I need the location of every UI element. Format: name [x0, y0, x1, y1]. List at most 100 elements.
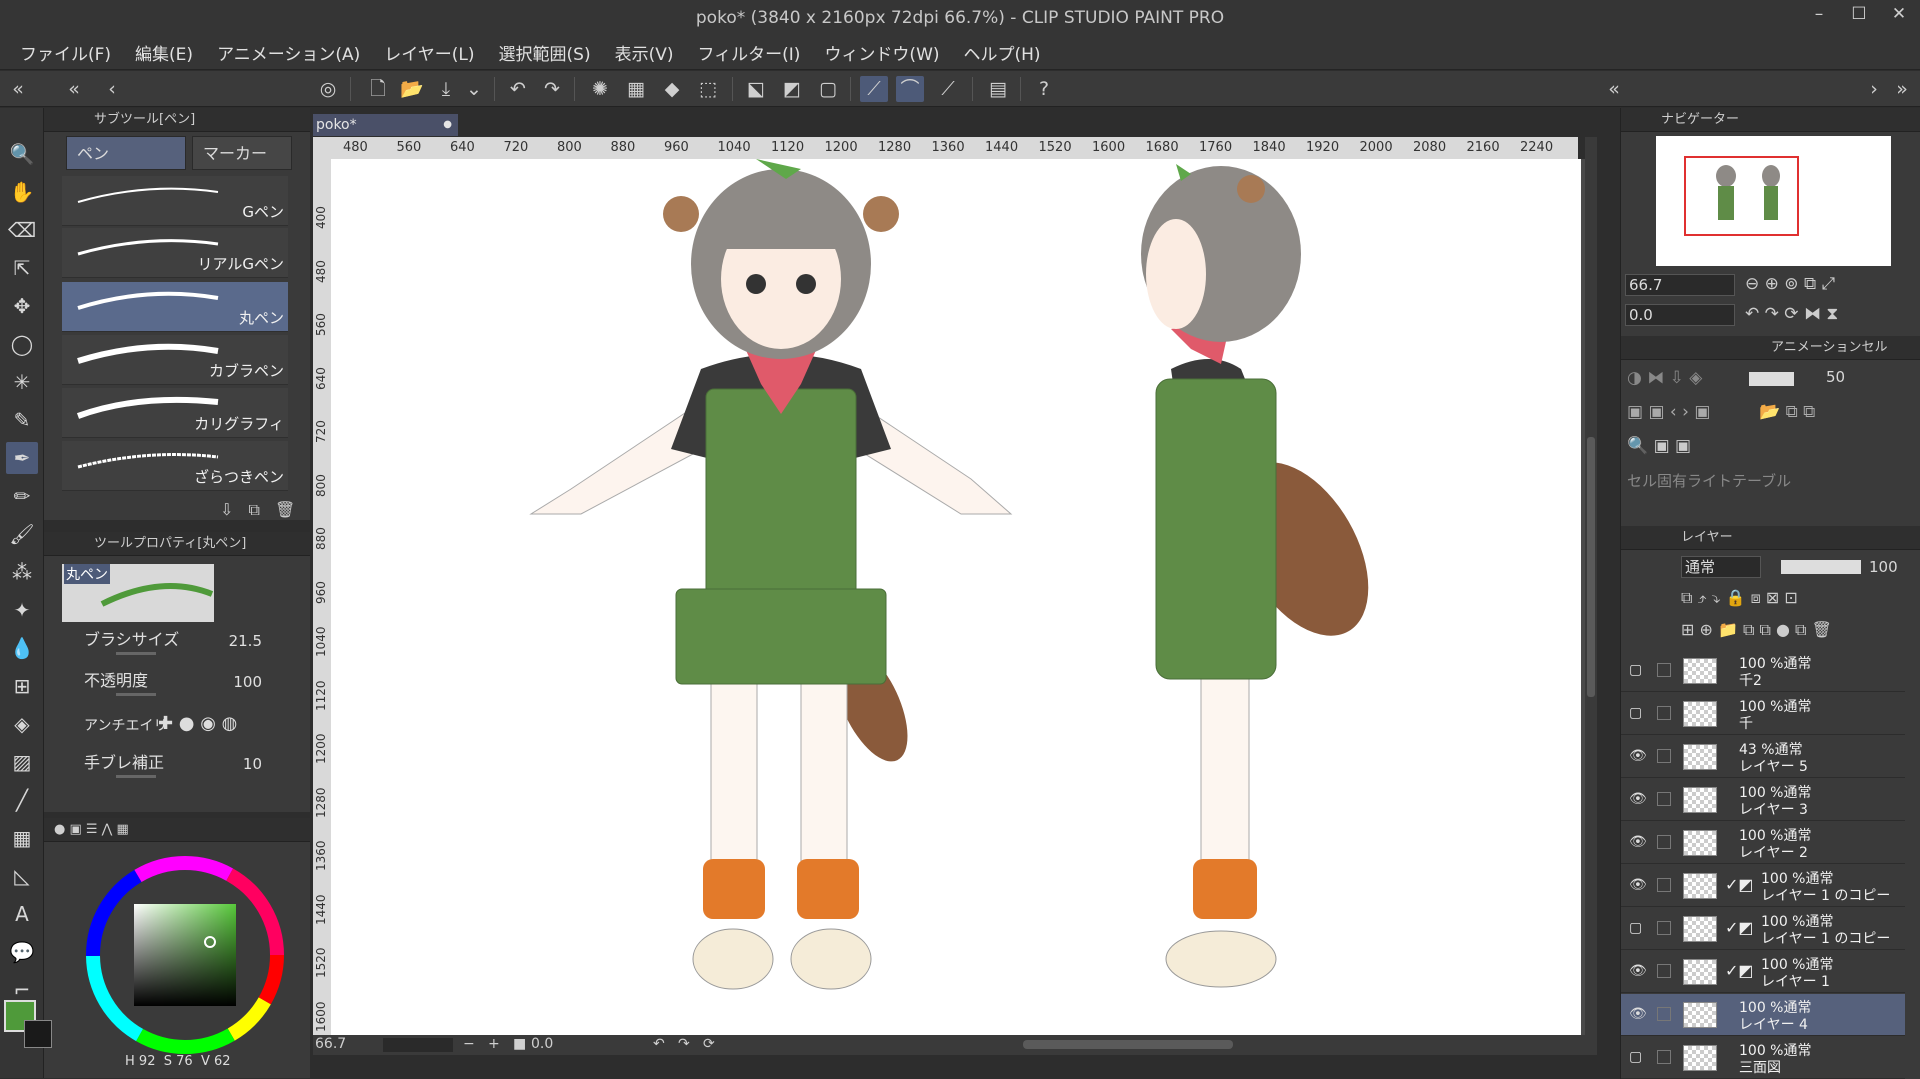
layer-row[interactable]: ▢ 100 %通常千	[1621, 693, 1905, 735]
brush-calligraphy[interactable]: カリグラフィ	[62, 388, 288, 438]
color-wheel-svg[interactable]	[80, 850, 290, 1060]
minimize-icon[interactable]: –	[1804, 4, 1834, 24]
status-rotation[interactable]: 0.0	[531, 1036, 553, 1052]
zoom-in-icon[interactable]: +	[488, 1036, 500, 1052]
snap-grid-icon[interactable]: ⟋	[934, 76, 962, 102]
airbrush-tool-icon[interactable]: ⁂	[6, 556, 38, 588]
balloon-tool-icon[interactable]: 💬	[6, 936, 38, 968]
operation-tool-icon[interactable]: ⇱	[6, 252, 38, 284]
text-tool-icon[interactable]: A	[6, 898, 38, 930]
brush-real-g-pen[interactable]: リアルGペン	[62, 228, 288, 278]
line-tool-icon[interactable]: ╱	[6, 784, 38, 816]
layer-lock-box[interactable]	[1657, 663, 1671, 677]
zoom-out-icon[interactable]: −	[463, 1036, 475, 1052]
brush-maru-pen[interactable]: 丸ペン	[62, 282, 288, 332]
eye-hidden-icon[interactable]: ▢	[1629, 705, 1645, 721]
load-icon[interactable]: ⇩	[220, 500, 233, 519]
blend-mode-select[interactable]: 通常	[1681, 556, 1761, 578]
selection-frame-icon[interactable]: ▢	[814, 76, 842, 102]
layer-row[interactable]: ▢ 100 %通常 千2	[1621, 650, 1905, 692]
clip-studio-icon[interactable]: ◎	[314, 76, 342, 102]
eye-hidden-icon[interactable]: ▢	[1629, 920, 1645, 936]
pen-edit-icon[interactable]	[1657, 1007, 1671, 1021]
menu-edit[interactable]: 編集(E)	[123, 40, 205, 65]
layer-toolbar-1[interactable]: ⧉ ⤴ ⤵ 🔒 ⧈ ⊠ ⊡	[1681, 588, 1798, 608]
eye-icon[interactable]: 👁	[1629, 963, 1647, 979]
eye-hidden-icon[interactable]: ▢	[1629, 662, 1645, 678]
busy-icon[interactable]: ✺	[586, 76, 614, 102]
transform-icon[interactable]: ⬚	[694, 76, 722, 102]
maximize-icon[interactable]: ☐	[1844, 4, 1874, 24]
chevron-left-icon[interactable]: ‹	[98, 76, 126, 102]
menu-layer[interactable]: レイヤー(L)	[372, 40, 486, 65]
chevron-down-icon[interactable]: ⌄	[460, 76, 488, 102]
save-icon[interactable]: ⤓	[432, 76, 460, 102]
invert-selection-icon[interactable]: ◩	[778, 76, 806, 102]
menu-window[interactable]: ウィンドウ(W)	[812, 40, 951, 65]
layer-row[interactable]: 👁 100 %通常 レイヤー 2	[1621, 822, 1905, 864]
menu-view[interactable]: 表示(V)	[603, 40, 686, 65]
menu-animation[interactable]: アニメーション(A)	[205, 40, 372, 65]
frame-tool-icon[interactable]: ▦	[6, 822, 38, 854]
brush-rough-pen[interactable]: ざらつきペン	[62, 441, 288, 491]
menu-filter[interactable]: フィルター(I)	[685, 40, 812, 65]
antialias-options[interactable]: ✚ ● ◉ ◍	[158, 713, 237, 734]
gradient-tool-icon[interactable]: ▨	[6, 746, 38, 778]
zoom-tool-icon[interactable]: 🔍	[6, 138, 38, 170]
layer-lock-box[interactable]	[1657, 964, 1671, 978]
rotate-right-icon[interactable]: ↷	[678, 1036, 690, 1052]
layer-row[interactable]: ▢ ✓◩ 100 %通常 レイヤー 1 のコピー	[1621, 908, 1905, 950]
help-icon[interactable]: ?	[1030, 76, 1058, 102]
expand-right-icon[interactable]: »	[1888, 76, 1916, 102]
brush-size-value[interactable]: 21.5	[229, 632, 262, 650]
animation-cel-toolbar[interactable]: ◑ ⧓ ⇩ ◈	[1627, 368, 1702, 388]
opacity-value[interactable]: 100	[233, 673, 262, 691]
horizontal-scroll-thumb[interactable]	[1023, 1040, 1233, 1049]
navigator-rotate-controls[interactable]: ↶ ↷ ⟳ ⧓ ⧗	[1745, 304, 1838, 324]
snap-special-ruler-icon[interactable]: ⌒	[896, 76, 924, 102]
fit-icon[interactable]: ■	[513, 1036, 526, 1052]
navigator-rotation-field[interactable]: 0.0	[1625, 304, 1735, 326]
menu-file[interactable]: ファイル(F)	[8, 40, 123, 65]
eyedropper-icon[interactable]: ✎	[6, 404, 38, 436]
menu-help[interactable]: ヘルプ(H)	[952, 40, 1053, 65]
layer-lock-box[interactable]	[1657, 749, 1671, 763]
move-layer-icon[interactable]: ✥	[6, 290, 38, 322]
layer-row[interactable]: 👁 100 %通常 レイヤー 3	[1621, 779, 1905, 821]
eye-icon[interactable]: 👁	[1629, 877, 1647, 893]
layer-lock-box[interactable]	[1657, 792, 1671, 806]
eye-icon[interactable]: 👁	[1629, 1006, 1647, 1022]
layer-lock-box[interactable]	[1657, 1050, 1671, 1064]
layer-opacity-slider[interactable]	[1781, 560, 1861, 574]
brush-tool-icon[interactable]: 🖌	[6, 518, 38, 550]
figure-tool-icon[interactable]: ⊞	[6, 670, 38, 702]
layer-lock-box[interactable]	[1657, 706, 1671, 720]
menu-selection[interactable]: 選択範囲(S)	[487, 40, 603, 65]
undo-icon[interactable]: ↶	[504, 76, 532, 102]
ruler-tool-icon[interactable]: ◺	[6, 860, 38, 892]
canvas-vertical-scrollbar[interactable]	[1585, 137, 1597, 1035]
color-wheel[interactable]	[80, 850, 290, 1060]
redo-icon[interactable]: ↷	[538, 76, 566, 102]
stabilization-row[interactable]: 手ブレ補正 10	[66, 745, 292, 781]
layer-row[interactable]: 👁 100 %通常 レイヤー 4	[1621, 994, 1905, 1036]
pencil-tool-icon[interactable]: ✏	[6, 480, 38, 512]
cel-opacity-value[interactable]: 50	[1826, 368, 1845, 386]
rotate-left-icon[interactable]: ↶	[653, 1036, 665, 1052]
cel-toolbar-2[interactable]: ▣ ▣ ‹ › ▣ 📂 ⧉ ⧉	[1627, 402, 1815, 422]
trash-icon[interactable]: 🗑	[275, 500, 295, 519]
snap-ruler-icon[interactable]: ⟋	[860, 76, 888, 102]
tab-pen[interactable]: ペン	[66, 136, 186, 170]
fill-icon[interactable]: ◆	[658, 76, 686, 102]
canvas-area[interactable]	[331, 159, 1585, 1035]
collapse-icon[interactable]: «	[60, 76, 88, 102]
layer-toolbar-2[interactable]: ⊞ ⊕ 📁 ⧉ ⧉ ● ⧉ 🗑	[1681, 620, 1832, 640]
collapse-left-icon[interactable]: «	[4, 76, 32, 102]
tab-marker[interactable]: マーカー	[192, 136, 292, 170]
eye-icon[interactable]: 👁	[1629, 748, 1647, 764]
canvas-paper[interactable]	[331, 159, 1581, 1035]
eye-icon[interactable]: 👁	[1629, 834, 1647, 850]
blend-tool-icon[interactable]: 💧	[6, 632, 38, 664]
layer-row[interactable]: ▢ 100 %通常 三面図	[1621, 1037, 1905, 1079]
close-tab-icon[interactable]: ●	[443, 114, 452, 136]
